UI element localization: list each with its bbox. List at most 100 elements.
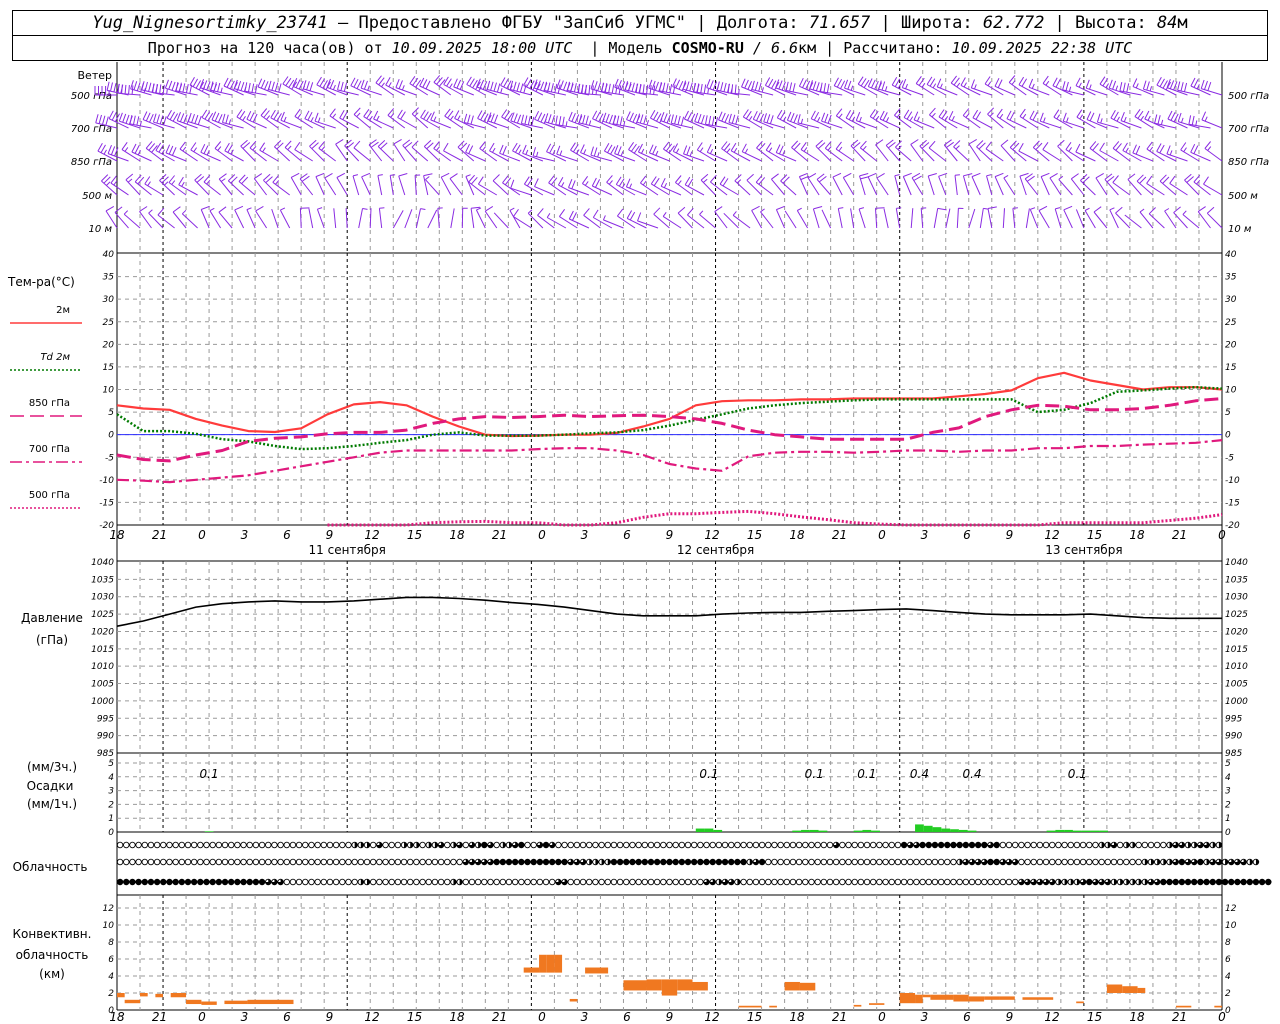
cloud-cover-symbol (141, 841, 149, 849)
temp-ytick-right: -15 (1225, 498, 1240, 508)
wind-barb-stroke (895, 140, 912, 162)
wind-barb (461, 207, 468, 229)
cloud-cover-circle (320, 878, 328, 886)
cloud-cover-symbol (987, 878, 994, 886)
wind-barb-stroke (419, 77, 440, 96)
wind-barb-stroke (510, 179, 532, 196)
wind-barb (994, 172, 1004, 196)
cloud-cover-circle (493, 858, 500, 866)
wind-barb (894, 108, 912, 129)
cloud-cover-symbol (203, 878, 210, 886)
wind-barb (236, 109, 256, 129)
wind-barb-stroke (832, 172, 843, 196)
wind-barb-stroke (592, 110, 613, 129)
wind-barb (420, 109, 440, 129)
cloud-cover-circle (808, 841, 815, 849)
cloud-cover-circle (308, 878, 315, 886)
precip-3h-label: 0.1 (805, 767, 824, 781)
wind-barb-stroke (763, 113, 785, 129)
cloud-cover-symbol (765, 878, 772, 886)
wind-barb-stroke (1003, 174, 1016, 196)
cloud-cover-circle (227, 878, 235, 886)
cloud-cover-symbol (1073, 858, 1081, 866)
conv-ytick-left: 10 (103, 921, 115, 931)
cloud-cover-symbol (1190, 878, 1198, 886)
cloud-cover-symbol (1147, 841, 1155, 849)
cloud-cover-circle (394, 858, 402, 866)
wind-barb (395, 79, 417, 96)
cloud-cover-circle (481, 841, 488, 849)
cloud-cover-circle (863, 858, 871, 866)
wind-barb (556, 145, 578, 162)
cloud-cover-circle (339, 878, 346, 886)
cloud-cover-circle (660, 841, 667, 849)
wind-barb (696, 142, 716, 162)
cloud-cover-symbol (1079, 841, 1087, 849)
wind-barb (876, 172, 889, 196)
wind-barb (487, 112, 509, 129)
cloud-cover-symbol (493, 841, 500, 849)
wind-barb (1029, 207, 1039, 229)
cloud-cover-circle (937, 858, 945, 866)
wind-barb (1148, 207, 1165, 229)
wind-barb-stroke (430, 111, 451, 129)
wind-barb (139, 206, 152, 229)
wind-barb (360, 79, 382, 96)
wind-barb-stroke (971, 172, 981, 196)
wind-barb-stroke (1070, 173, 1085, 196)
cloud-cover-symbol (437, 878, 445, 886)
cloud-cover-symbol (1153, 858, 1161, 866)
wind-barb-stroke (274, 140, 291, 162)
temp-ytick-right: -5 (1225, 453, 1234, 463)
precip-bar (958, 829, 968, 832)
cloud-cover-symbol (826, 858, 834, 866)
wind-barb (663, 141, 682, 162)
wind-barb (858, 207, 866, 229)
cloud-cover-symbol (1110, 841, 1118, 849)
cloud-cover-circle (190, 878, 198, 886)
wind-barb (845, 110, 866, 129)
bottom-xtick: 15 (747, 1010, 762, 1024)
conv-ytick-left: 4 (108, 972, 114, 982)
cloud-cover-circle (369, 841, 377, 849)
cloud-cover-symbol (400, 878, 408, 886)
cloud-cover-circle (123, 878, 130, 886)
wind-barb (832, 172, 843, 196)
precip-bar (809, 829, 819, 832)
precip-bar (923, 825, 933, 832)
wind-barb (450, 208, 455, 229)
bottom-xtick: 9 (666, 1010, 674, 1024)
wind-barb-stroke (751, 205, 763, 229)
wind-barb-stroke (145, 141, 164, 162)
cloud-cover-symbol (197, 858, 204, 866)
cloud-cover-circle (907, 878, 914, 886)
cloud-cover-circle (789, 858, 797, 866)
wind-barb (361, 172, 371, 196)
cloud-cover-symbol (1246, 878, 1254, 886)
cloud-cover-circle (376, 878, 383, 886)
cloud-cover-symbol (1129, 841, 1136, 849)
wind-barb (130, 80, 152, 96)
cloud-cover-circle (524, 858, 531, 866)
wind-barb (534, 110, 555, 129)
cloud-cover-symbol (777, 841, 784, 849)
cloud-cover-circle (320, 858, 328, 866)
cloud-cover-symbol (190, 878, 198, 886)
cloud-cover-symbol (740, 878, 747, 886)
wind-barb-stroke (238, 174, 256, 196)
cloud-cover-circle (629, 878, 636, 886)
cloud-cover-symbol (789, 858, 797, 866)
wind-barb (1200, 79, 1223, 96)
cloud-cover-circle (802, 878, 809, 886)
wind-barb-stroke (172, 206, 187, 229)
wind-barb-stroke (920, 207, 927, 229)
cloud-cover-circle (326, 858, 334, 866)
cloud-cover-symbol (623, 841, 630, 849)
cloud-cover-symbol (1104, 841, 1112, 849)
conv-title-2: облачность (16, 948, 89, 962)
wind-barb-stroke (776, 109, 797, 129)
cloud-cover-circle (579, 841, 587, 849)
cloud-cover-circle (190, 841, 198, 849)
wind-barb-stroke (510, 112, 532, 129)
cloud-cover-symbol (888, 878, 895, 886)
